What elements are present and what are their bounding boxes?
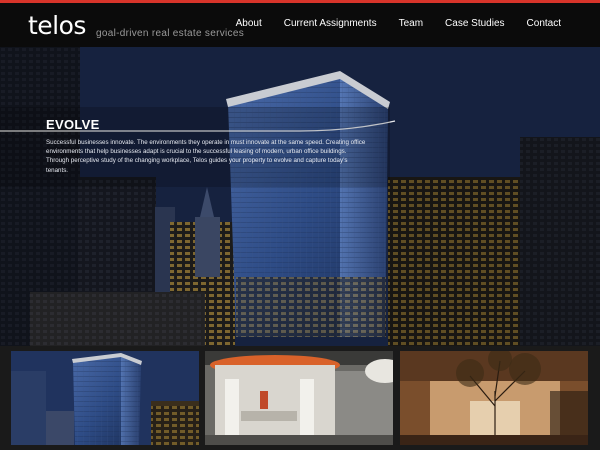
thumbnail-strip — [0, 346, 600, 450]
lobby-tree-thumbnail[interactable] — [400, 351, 588, 445]
hero-body: Successful businesses innovate. The envi… — [46, 139, 366, 174]
nav-team[interactable]: Team — [399, 18, 423, 29]
nav-contact[interactable]: Contact — [527, 18, 561, 29]
hero-banner: EVOLVE Successful businesses innovate. T… — [0, 47, 600, 346]
city-skyline-image — [0, 47, 600, 346]
site-header: telos goal-driven real estate services A… — [0, 3, 600, 47]
nav-about[interactable]: About — [236, 18, 262, 29]
logo[interactable]: telos — [28, 12, 86, 40]
main-nav: About Current Assignments Team Case Stud… — [214, 18, 561, 29]
glass-tower-thumbnail[interactable] — [11, 351, 199, 445]
hero-heading: EVOLVE — [46, 117, 100, 132]
tagline: goal-driven real estate services — [96, 28, 244, 39]
nav-case-studies[interactable]: Case Studies — [445, 18, 504, 29]
office-interior-thumbnail[interactable] — [205, 351, 393, 445]
nav-current-assignments[interactable]: Current Assignments — [284, 18, 377, 29]
hero-copy: EVOLVE Successful businesses innovate. T… — [46, 117, 366, 175]
